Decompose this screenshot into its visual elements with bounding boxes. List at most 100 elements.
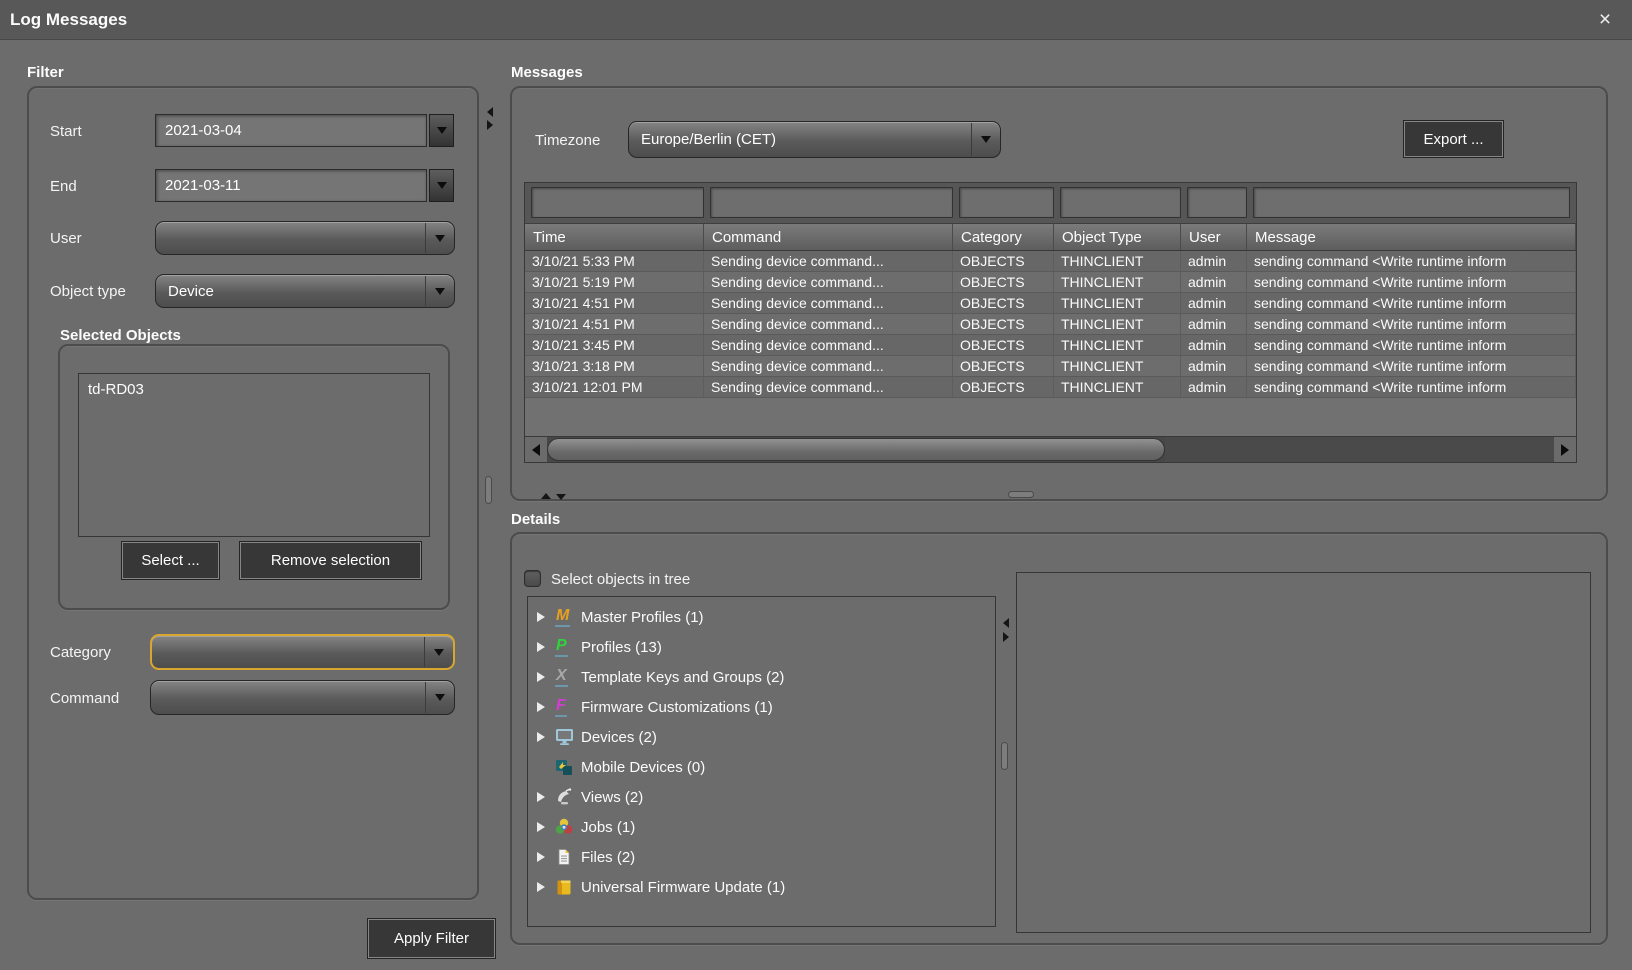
cell-message: sending command <Write runtime inform [1247, 293, 1576, 314]
tree-item-label: Master Profiles (1) [581, 609, 704, 626]
splitter-collapse-up-icon[interactable] [541, 493, 551, 499]
start-date-dropdown-button[interactable] [429, 114, 454, 147]
cell-command: Sending device command... [704, 314, 953, 335]
list-item[interactable]: td-RD03 [79, 374, 429, 405]
scrollbar-thumb[interactable] [547, 438, 1165, 461]
object-type-filter-input[interactable] [1060, 187, 1181, 218]
tree-item-label: Files (2) [581, 849, 635, 866]
horizontal-scrollbar[interactable] [525, 436, 1576, 462]
cell-category: OBJECTS [953, 356, 1054, 377]
message-filter-input[interactable] [1253, 187, 1570, 218]
expand-arrow-icon[interactable] [537, 822, 555, 832]
expand-arrow-icon[interactable] [537, 852, 555, 862]
expand-arrow-icon[interactable] [537, 672, 555, 682]
tree-item-label: Profiles (13) [581, 639, 662, 656]
cell-object-type: THINCLIENT [1054, 314, 1181, 335]
end-label: End [50, 178, 77, 195]
cell-category: OBJECTS [953, 272, 1054, 293]
object-type-combobox[interactable]: Device [155, 274, 455, 308]
scrollbar-track[interactable] [1165, 437, 1554, 462]
tree-item-label: Views (2) [581, 789, 643, 806]
splitter-collapse-left-icon[interactable] [1003, 618, 1009, 628]
expand-arrow-icon[interactable] [537, 642, 555, 652]
start-date-field[interactable]: 2021-03-04 [155, 114, 427, 147]
select-objects-checkbox[interactable] [524, 570, 541, 587]
arrow-right-icon [1561, 444, 1569, 456]
column-header-category[interactable]: Category [953, 224, 1054, 250]
expand-arrow-icon[interactable] [537, 882, 555, 892]
table-row[interactable]: 3/10/21 3:45 PM Sending device command..… [525, 335, 1576, 356]
chevron-down-icon [424, 637, 452, 667]
table-row[interactable]: 3/10/21 4:51 PM Sending device command..… [525, 314, 1576, 335]
tree-item-label: Template Keys and Groups (2) [581, 669, 784, 686]
splitter-collapse-left-icon[interactable] [487, 107, 493, 117]
tree-item-views[interactable]: Views (2) [528, 782, 995, 812]
scroll-left-button[interactable] [525, 437, 547, 462]
cell-user: admin [1181, 251, 1247, 272]
tree-item-firmware-customizations[interactable]: Firmware Customizations (1) [528, 692, 995, 722]
table-row[interactable]: 3/10/21 5:19 PM Sending device command..… [525, 272, 1576, 293]
remove-selection-button[interactable]: Remove selection [240, 542, 421, 579]
tree-item-files[interactable]: Files (2) [528, 842, 995, 872]
cell-time: 3/10/21 4:51 PM [525, 293, 704, 314]
user-combobox[interactable] [155, 221, 455, 255]
table-row[interactable]: 3/10/21 5:33 PM Sending device command..… [525, 251, 1576, 272]
tree-item-template-keys[interactable]: Template Keys and Groups (2) [528, 662, 995, 692]
table-row[interactable]: 3/10/21 4:51 PM Sending device command..… [525, 293, 1576, 314]
category-filter-input[interactable] [959, 187, 1054, 218]
command-combobox[interactable] [150, 680, 455, 715]
column-header-time[interactable]: Time [525, 224, 704, 250]
selected-objects-label: Selected Objects [60, 327, 181, 344]
category-combobox[interactable] [150, 634, 455, 670]
tree-item-mobile-devices[interactable]: Mobile Devices (0) [528, 752, 995, 782]
table-row[interactable]: 3/10/21 3:18 PM Sending device command..… [525, 356, 1576, 377]
tree-item-profiles[interactable]: Profiles (13) [528, 632, 995, 662]
expand-arrow-icon[interactable] [537, 612, 555, 622]
end-date-field[interactable]: 2021-03-11 [155, 169, 427, 202]
chevron-down-icon [425, 223, 453, 253]
vertical-splitter-handle[interactable] [485, 476, 492, 504]
expand-arrow-icon[interactable] [537, 732, 555, 742]
tree-item-master-profiles[interactable]: Master Profiles (1) [528, 602, 995, 632]
column-header-command[interactable]: Command [704, 224, 953, 250]
user-filter-input[interactable] [1187, 187, 1247, 218]
vertical-splitter-handle[interactable] [1001, 742, 1008, 770]
splitter-expand-down-icon[interactable] [556, 494, 566, 500]
time-filter-input[interactable] [531, 187, 704, 218]
scroll-right-button[interactable] [1554, 437, 1576, 462]
table-row[interactable]: 3/10/21 12:01 PM Sending device command.… [525, 377, 1576, 398]
cell-object-type: THINCLIENT [1054, 293, 1181, 314]
cell-user: admin [1181, 272, 1247, 293]
tree-item-universal-firmware-update[interactable]: Universal Firmware Update (1) [528, 872, 995, 902]
tree-item-label: Devices (2) [581, 729, 657, 746]
command-filter-input[interactable] [710, 187, 953, 218]
cell-time: 3/10/21 5:19 PM [525, 272, 704, 293]
details-group-label: Details [511, 511, 560, 528]
log-messages-dialog: { "window": { "title": "Log Messages", "… [0, 0, 1632, 970]
cell-command: Sending device command... [704, 293, 953, 314]
cell-object-type: THINCLIENT [1054, 377, 1181, 398]
cell-time: 3/10/21 5:33 PM [525, 251, 704, 272]
column-header-user[interactable]: User [1181, 224, 1247, 250]
column-header-object-type[interactable]: Object Type [1054, 224, 1181, 250]
cell-object-type: THINCLIENT [1054, 251, 1181, 272]
object-tree[interactable]: Master Profiles (1) Profiles (13) Templa… [527, 596, 996, 927]
select-button[interactable]: Select ... [122, 542, 219, 579]
column-header-message[interactable]: Message [1247, 224, 1576, 250]
end-date-dropdown-button[interactable] [429, 169, 454, 202]
apply-filter-button[interactable]: Apply Filter [368, 919, 495, 958]
horizontal-splitter-handle[interactable] [1008, 491, 1034, 498]
tree-item-devices[interactable]: Devices (2) [528, 722, 995, 752]
cell-command: Sending device command... [704, 251, 953, 272]
selected-objects-list[interactable]: td-RD03 [78, 373, 430, 537]
expand-arrow-icon[interactable] [537, 792, 555, 802]
tree-item-jobs[interactable]: Jobs (1) [528, 812, 995, 842]
expand-arrow-icon[interactable] [537, 702, 555, 712]
export-button[interactable]: Export ... [1404, 121, 1503, 157]
splitter-expand-right-icon[interactable] [1003, 632, 1009, 642]
splitter-expand-right-icon[interactable] [487, 120, 493, 130]
timezone-combobox[interactable]: Europe/Berlin (CET) [628, 121, 1001, 158]
title-bar[interactable]: Log Messages × [0, 0, 1632, 40]
chevron-down-icon [971, 123, 999, 156]
close-icon[interactable]: × [1590, 0, 1620, 40]
